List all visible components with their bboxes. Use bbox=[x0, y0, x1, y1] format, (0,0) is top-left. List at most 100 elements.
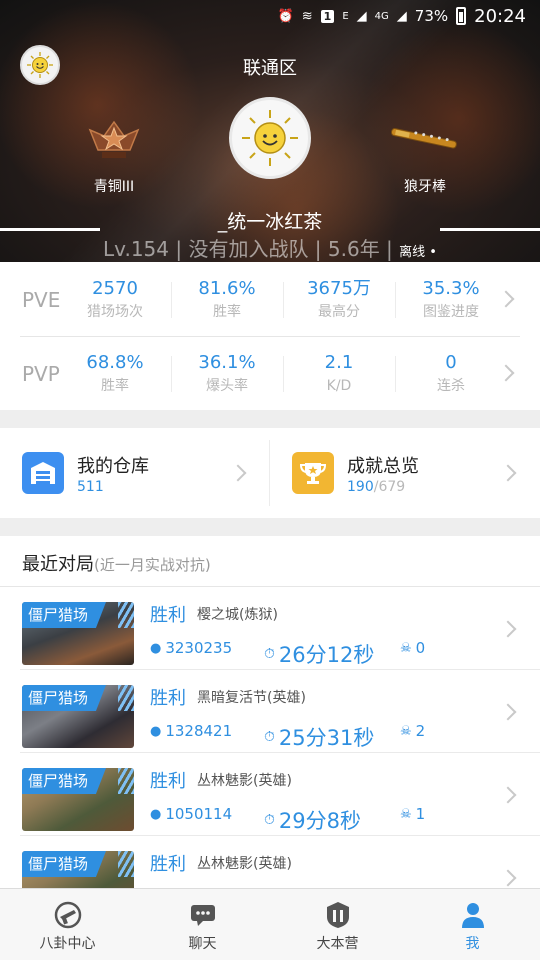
player-info-text: Lv.154 | 没有加入战队 | 5.6年 | bbox=[103, 237, 393, 261]
nav-item-me[interactable]: 我 bbox=[405, 889, 540, 960]
bottom-nav: 八卦中心 聊天 大本营 我 bbox=[0, 888, 540, 960]
network-type: 4G bbox=[374, 10, 389, 22]
achievements-title: 成就总览 bbox=[347, 456, 419, 477]
sun-face-icon bbox=[242, 110, 298, 166]
match-time-value: 29分8秒 bbox=[278, 809, 362, 833]
stat-label: 爆头率 bbox=[206, 378, 248, 394]
signal-e-label: E bbox=[342, 10, 349, 22]
stat-value: 68.8% bbox=[86, 352, 144, 373]
match-kills: ☠ 1 bbox=[400, 805, 425, 823]
match-row[interactable]: 僵尸猎场 胜利 丛林魅影(英雄) ● 1050114 ⏱ 29分8秒 ☠ 1 bbox=[0, 753, 540, 836]
nav-label: 我 bbox=[465, 936, 480, 952]
match-thumbnail: 僵尸猎场 bbox=[22, 851, 134, 888]
skull-icon: ☠ bbox=[400, 640, 412, 656]
recent-title: 最近对局 bbox=[22, 554, 94, 575]
recent-matches-heading: 最近对局(近一月实战对抗) bbox=[22, 550, 211, 576]
skull-icon: ☠ bbox=[400, 723, 412, 739]
chat-icon bbox=[188, 901, 218, 929]
achievements-total: /679 bbox=[373, 479, 406, 495]
match-kills-value: 0 bbox=[415, 639, 426, 657]
match-mode-tag: 僵尸猎场 bbox=[22, 602, 107, 628]
stat-value: 36.1% bbox=[198, 352, 256, 373]
match-score: ● 1328421 bbox=[150, 722, 232, 740]
match-row[interactable]: 僵尸猎场 胜利 黑暗复活节(英雄) ● 1328421 ⏱ 25分31秒 ☠ 2 bbox=[0, 670, 540, 753]
stopwatch-icon: ⏱ bbox=[264, 812, 275, 828]
player-name: _统一冰红茶 bbox=[217, 211, 323, 233]
stat-pvp-headshot: 36.1% 爆头率 bbox=[171, 350, 283, 396]
match-result: 胜利 bbox=[150, 854, 186, 875]
nav-label: 聊天 bbox=[188, 936, 217, 952]
recent-subtitle: (近一月实战对抗) bbox=[94, 556, 211, 574]
match-kills: ☠ 2 bbox=[400, 722, 425, 740]
region-title: 联通区 bbox=[243, 58, 297, 79]
stat-value: 81.6% bbox=[198, 278, 256, 299]
stat-pvp-streak: 0 连杀 bbox=[395, 350, 507, 396]
warehouse-link[interactable]: 我的仓库 511 bbox=[0, 428, 270, 518]
chevron-right-icon bbox=[499, 703, 517, 721]
stat-label: 胜率 bbox=[213, 304, 241, 320]
match-time: ⏱ 29分8秒 bbox=[264, 805, 361, 835]
match-thumbnail: 僵尸猎场 bbox=[22, 602, 134, 665]
match-time: ⏱ 25分31秒 bbox=[264, 722, 374, 752]
match-result: 胜利 bbox=[150, 605, 186, 626]
stat-label: 猎场场次 bbox=[87, 304, 143, 320]
stat-label: 连杀 bbox=[437, 378, 465, 394]
sim-badge: 1 bbox=[320, 9, 335, 23]
stat-label: 胜率 bbox=[101, 378, 129, 394]
stat-label: 图鉴进度 bbox=[423, 304, 479, 320]
stat-label: K/D bbox=[326, 378, 352, 394]
nav-item-base[interactable]: 大本营 bbox=[270, 889, 405, 960]
match-map: 丛林魅影(英雄) bbox=[197, 856, 292, 872]
signal-icon-2: ◢ bbox=[396, 8, 407, 24]
match-kills-value: 1 bbox=[415, 805, 426, 823]
pvp-label: PVP bbox=[22, 362, 60, 386]
pve-stats-row[interactable]: PVE 2570 猎场场次 81.6% 胜率 3675万 最高分 35.3% 图… bbox=[0, 262, 540, 336]
stat-value: 2570 bbox=[92, 278, 138, 299]
match-score-value: 3230235 bbox=[165, 639, 233, 657]
tag-stripe bbox=[118, 602, 134, 628]
tag-stripe bbox=[118, 685, 134, 711]
stopwatch-icon: ⏱ bbox=[264, 646, 275, 662]
battery-icon bbox=[456, 7, 467, 25]
player-info-line: Lv.154 | 没有加入战队 | 5.6年 | 离线 • bbox=[0, 236, 540, 262]
chevron-right-icon bbox=[499, 869, 517, 887]
stat-value: 0 bbox=[445, 352, 457, 373]
chevron-right-icon bbox=[499, 464, 517, 482]
recent-matches: 最近对局(近一月实战对抗) 僵尸猎场 胜利 樱之城(炼狱) ● 3230235 … bbox=[0, 536, 540, 888]
rank-label: 青铜III bbox=[93, 179, 135, 195]
match-score-value: 1328421 bbox=[165, 722, 233, 740]
match-row[interactable]: 僵尸猎场 胜利 丛林魅影(英雄) bbox=[0, 836, 540, 888]
profile-icon bbox=[458, 901, 488, 929]
clock: 20:24 bbox=[474, 5, 526, 27]
status-bar: ⏰ ≋ 1 E ◢ 4G ◢ 73% 20:24 bbox=[0, 0, 540, 32]
match-row[interactable]: 僵尸猎场 胜利 樱之城(炼狱) ● 3230235 ⏱ 26分12秒 ☠ 0 bbox=[0, 587, 540, 670]
match-result: 胜利 bbox=[150, 688, 186, 709]
match-mode-tag: 僵尸猎场 bbox=[22, 685, 107, 711]
location-pin-icon: ● bbox=[150, 640, 162, 656]
trophy-icon bbox=[292, 452, 334, 494]
signal-icon: ◢ bbox=[356, 8, 367, 24]
match-map: 黑暗复活节(英雄) bbox=[197, 690, 306, 706]
player-avatar[interactable] bbox=[229, 97, 311, 179]
rank-badge-icon bbox=[86, 116, 142, 164]
achievements-link[interactable]: 成就总览 190/679 bbox=[270, 428, 540, 518]
tag-stripe bbox=[118, 851, 134, 877]
match-kills-value: 2 bbox=[415, 722, 426, 740]
weapon-icon bbox=[385, 124, 465, 152]
quick-links: 我的仓库 511 成就总览 190/679 bbox=[0, 428, 540, 518]
pvp-stats-row[interactable]: PVP 68.8% 胜率 36.1% 爆头率 2.1 K/D 0 连杀 bbox=[0, 336, 540, 410]
stat-value: 3675万 bbox=[307, 278, 371, 299]
base-icon bbox=[323, 901, 353, 929]
nav-item-gossip[interactable]: 八卦中心 bbox=[0, 889, 135, 960]
battery-percent: 73% bbox=[414, 7, 449, 25]
nav-item-chat[interactable]: 聊天 bbox=[135, 889, 270, 960]
wifi-icon: ≋ bbox=[301, 8, 313, 24]
stat-pve-winrate: 81.6% 胜率 bbox=[171, 276, 283, 322]
match-result: 胜利 bbox=[150, 771, 186, 792]
stat-pve-collection: 35.3% 图鉴进度 bbox=[395, 276, 507, 322]
chevron-right-icon bbox=[499, 620, 517, 638]
skull-icon: ☠ bbox=[400, 806, 412, 822]
warehouse-icon bbox=[22, 452, 64, 494]
stat-value: 2.1 bbox=[324, 352, 354, 373]
match-thumbnail: 僵尸猎场 bbox=[22, 685, 134, 748]
